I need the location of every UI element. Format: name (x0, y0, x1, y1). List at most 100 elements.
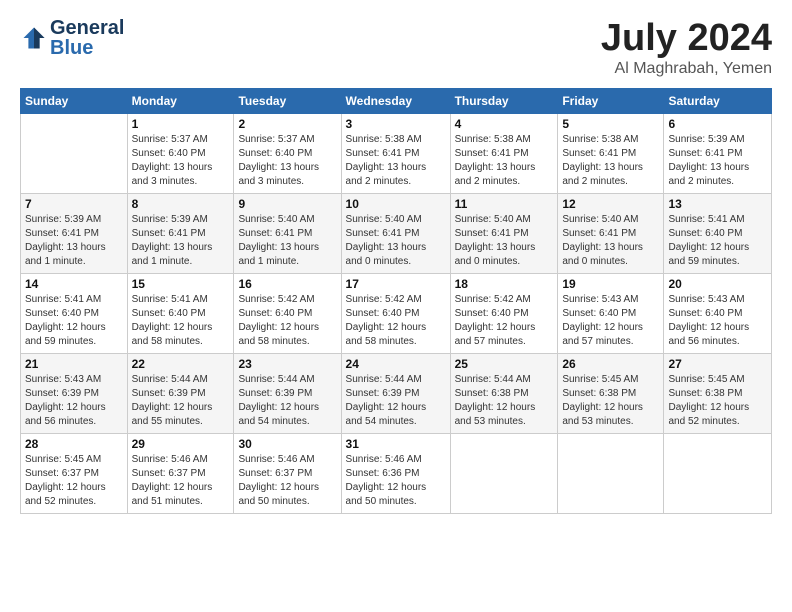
calendar-cell: 30 Sunrise: 5:46 AM Sunset: 6:37 PM Dayli… (234, 433, 341, 513)
weekday-saturday: Saturday (664, 88, 772, 113)
calendar-cell: 27 Sunrise: 5:45 AM Sunset: 6:38 PM Dayli… (664, 353, 772, 433)
day-info: Sunrise: 5:45 AM Sunset: 6:38 PM Dayligh… (668, 373, 767, 429)
day-number: 10 (346, 197, 446, 211)
day-number: 23 (238, 357, 336, 371)
day-info: Sunrise: 5:43 AM Sunset: 6:39 PM Dayligh… (25, 373, 123, 429)
day-number: 8 (132, 197, 230, 211)
day-number: 29 (132, 437, 230, 451)
calendar-cell: 29 Sunrise: 5:46 AM Sunset: 6:37 PM Dayli… (127, 433, 234, 513)
day-info: Sunrise: 5:45 AM Sunset: 6:38 PM Dayligh… (562, 373, 659, 429)
day-number: 13 (668, 197, 767, 211)
day-info: Sunrise: 5:38 AM Sunset: 6:41 PM Dayligh… (346, 133, 446, 189)
page: General Blue July 2024 Al Maghrabah, Yem… (0, 0, 792, 524)
calendar: SundayMondayTuesdayWednesdayThursdayFrid… (20, 88, 772, 514)
calendar-cell: 22Sunrise: 5:44 AM Sunset: 6:39 PM Dayli… (127, 353, 234, 433)
day-number: 30 (238, 437, 336, 451)
day-info: Sunrise: 5:46 AM Sunset: 6:37 PM Dayligh… (132, 453, 230, 509)
day-info: Sunrise: 5:39 AM Sunset: 6:41 PM Dayligh… (668, 133, 767, 189)
day-info: Sunrise: 5:44 AM Sunset: 6:38 PM Dayligh… (455, 373, 554, 429)
day-number: 15 (132, 277, 230, 291)
day-info: Sunrise: 5:41 AM Sunset: 6:40 PM Dayligh… (132, 293, 230, 349)
calendar-cell: 23 Sunrise: 5:44 AM Sunset: 6:39 PM Dayli… (234, 353, 341, 433)
calendar-cell: 12 Sunrise: 5:40 AM Sunset: 6:41 PM Dayli… (558, 193, 664, 273)
logo-icon (20, 24, 48, 52)
day-info: Sunrise: 5:42 AM Sunset: 6:40 PM Dayligh… (346, 293, 446, 349)
day-number: 21 (25, 357, 123, 371)
day-info: Sunrise: 5:46 AM Sunset: 6:37 PM Dayligh… (238, 453, 336, 509)
day-number: 17 (346, 277, 446, 291)
day-number: 26 (562, 357, 659, 371)
weekday-header-row: SundayMondayTuesdayWednesdayThursdayFrid… (21, 88, 772, 113)
day-info: Sunrise: 5:41 AM Sunset: 6:40 PM Dayligh… (25, 293, 123, 349)
calendar-cell: 20 Sunrise: 5:43 AM Sunset: 6:40 PM Dayli… (664, 273, 772, 353)
calendar-cell: 31Sunrise: 5:46 AM Sunset: 6:36 PM Dayli… (341, 433, 450, 513)
day-number: 27 (668, 357, 767, 371)
day-number: 18 (455, 277, 554, 291)
week-row-2: 14 Sunrise: 5:41 AM Sunset: 6:40 PM Dayli… (21, 273, 772, 353)
calendar-cell: 3 Sunrise: 5:38 AM Sunset: 6:41 PM Daylig… (341, 113, 450, 193)
calendar-cell: 21 Sunrise: 5:43 AM Sunset: 6:39 PM Dayli… (21, 353, 128, 433)
day-info: Sunrise: 5:44 AM Sunset: 6:39 PM Dayligh… (238, 373, 336, 429)
day-info: Sunrise: 5:39 AM Sunset: 6:41 PM Dayligh… (132, 213, 230, 269)
day-info: Sunrise: 5:45 AM Sunset: 6:37 PM Dayligh… (25, 453, 123, 509)
day-number: 20 (668, 277, 767, 291)
day-number: 25 (455, 357, 554, 371)
week-row-1: 7Sunrise: 5:39 AM Sunset: 6:41 PM Daylig… (21, 193, 772, 273)
logo-blue: Blue (50, 38, 124, 58)
day-info: Sunrise: 5:40 AM Sunset: 6:41 PM Dayligh… (346, 213, 446, 269)
weekday-thursday: Thursday (450, 88, 558, 113)
day-info: Sunrise: 5:46 AM Sunset: 6:36 PM Dayligh… (346, 453, 446, 509)
day-number: 6 (668, 117, 767, 131)
weekday-wednesday: Wednesday (341, 88, 450, 113)
weekday-sunday: Sunday (21, 88, 128, 113)
calendar-cell: 26 Sunrise: 5:45 AM Sunset: 6:38 PM Dayli… (558, 353, 664, 433)
calendar-cell: 9 Sunrise: 5:40 AM Sunset: 6:41 PM Daylig… (234, 193, 341, 273)
calendar-cell: 4 Sunrise: 5:38 AM Sunset: 6:41 PM Daylig… (450, 113, 558, 193)
day-number: 12 (562, 197, 659, 211)
title-block: July 2024 Al Maghrabah, Yemen (601, 18, 772, 78)
header: General Blue July 2024 Al Maghrabah, Yem… (20, 18, 772, 78)
day-number: 16 (238, 277, 336, 291)
calendar-cell: 8 Sunrise: 5:39 AM Sunset: 6:41 PM Daylig… (127, 193, 234, 273)
day-info: Sunrise: 5:42 AM Sunset: 6:40 PM Dayligh… (455, 293, 554, 349)
calendar-cell (450, 433, 558, 513)
month-title: July 2024 (601, 18, 772, 60)
day-number: 19 (562, 277, 659, 291)
calendar-cell: 15 Sunrise: 5:41 AM Sunset: 6:40 PM Dayli… (127, 273, 234, 353)
day-info: Sunrise: 5:37 AM Sunset: 6:40 PM Dayligh… (132, 133, 230, 189)
day-number: 1 (132, 117, 230, 131)
calendar-cell: 28 Sunrise: 5:45 AM Sunset: 6:37 PM Dayli… (21, 433, 128, 513)
week-row-0: 1 Sunrise: 5:37 AM Sunset: 6:40 PM Daylig… (21, 113, 772, 193)
day-number: 24 (346, 357, 446, 371)
calendar-cell: 11 Sunrise: 5:40 AM Sunset: 6:41 PM Dayli… (450, 193, 558, 273)
calendar-cell (21, 113, 128, 193)
day-info: Sunrise: 5:43 AM Sunset: 6:40 PM Dayligh… (562, 293, 659, 349)
day-number: 3 (346, 117, 446, 131)
day-number: 11 (455, 197, 554, 211)
calendar-cell: 13 Sunrise: 5:41 AM Sunset: 6:40 PM Dayli… (664, 193, 772, 273)
day-info: Sunrise: 5:42 AM Sunset: 6:40 PM Dayligh… (238, 293, 336, 349)
calendar-cell: 1 Sunrise: 5:37 AM Sunset: 6:40 PM Daylig… (127, 113, 234, 193)
day-number: 28 (25, 437, 123, 451)
day-info: Sunrise: 5:41 AM Sunset: 6:40 PM Dayligh… (668, 213, 767, 269)
day-number: 2 (238, 117, 336, 131)
day-info: Sunrise: 5:40 AM Sunset: 6:41 PM Dayligh… (455, 213, 554, 269)
day-info: Sunrise: 5:38 AM Sunset: 6:41 PM Dayligh… (455, 133, 554, 189)
day-info: Sunrise: 5:40 AM Sunset: 6:41 PM Dayligh… (238, 213, 336, 269)
weekday-monday: Monday (127, 88, 234, 113)
calendar-cell: 25 Sunrise: 5:44 AM Sunset: 6:38 PM Dayli… (450, 353, 558, 433)
calendar-cell: 10 Sunrise: 5:40 AM Sunset: 6:41 PM Dayli… (341, 193, 450, 273)
day-info: Sunrise: 5:39 AM Sunset: 6:41 PM Dayligh… (25, 213, 123, 269)
calendar-cell: 18 Sunrise: 5:42 AM Sunset: 6:40 PM Dayli… (450, 273, 558, 353)
day-number: 9 (238, 197, 336, 211)
logo-general: General (50, 18, 124, 38)
day-number: 14 (25, 277, 123, 291)
calendar-cell: 14 Sunrise: 5:41 AM Sunset: 6:40 PM Dayli… (21, 273, 128, 353)
calendar-cell: 6 Sunrise: 5:39 AM Sunset: 6:41 PM Daylig… (664, 113, 772, 193)
calendar-cell: 2Sunrise: 5:37 AM Sunset: 6:40 PM Daylig… (234, 113, 341, 193)
day-number: 4 (455, 117, 554, 131)
calendar-cell: 7Sunrise: 5:39 AM Sunset: 6:41 PM Daylig… (21, 193, 128, 273)
day-info: Sunrise: 5:43 AM Sunset: 6:40 PM Dayligh… (668, 293, 767, 349)
logo: General Blue (20, 18, 124, 58)
day-info: Sunrise: 5:40 AM Sunset: 6:41 PM Dayligh… (562, 213, 659, 269)
